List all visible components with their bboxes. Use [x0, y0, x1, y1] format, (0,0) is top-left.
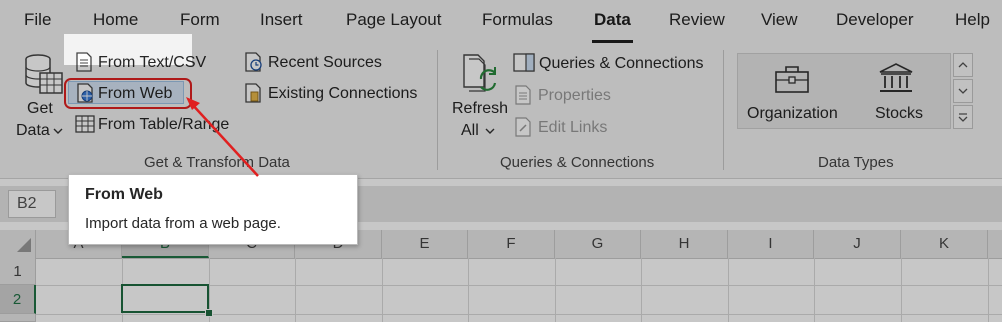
- tab-review[interactable]: Review: [669, 10, 725, 30]
- group-label-data-types: Data Types: [818, 154, 894, 171]
- gridline: [728, 258, 729, 322]
- gallery-scroll-up-button[interactable]: [953, 53, 973, 77]
- gridline: [814, 258, 815, 322]
- tab-form[interactable]: Form: [180, 10, 220, 30]
- recent-sources-label: Recent Sources: [268, 54, 382, 71]
- tooltip-title: From Web: [85, 186, 163, 203]
- chevron-down-icon: [485, 128, 495, 134]
- from-table-range-label: From Table/Range: [98, 116, 230, 133]
- active-cell-b2[interactable]: [121, 284, 209, 313]
- table-icon: [75, 115, 95, 133]
- existing-connections-icon: [245, 83, 261, 103]
- column-header-i[interactable]: I: [728, 230, 814, 258]
- row-header-3[interactable]: [0, 314, 36, 322]
- bank-building-icon: [879, 63, 913, 92]
- organization-label: Organization: [747, 105, 838, 122]
- chevron-up-icon: [958, 62, 968, 68]
- tab-file[interactable]: File: [24, 10, 51, 30]
- refresh-label: Refresh: [452, 100, 509, 117]
- queries-connections-label: Queries & Connections: [539, 55, 704, 72]
- tab-help[interactable]: Help: [955, 10, 990, 30]
- from-web-tooltip: From Web Import data from a web page.: [68, 174, 358, 245]
- existing-connections-label: Existing Connections: [268, 85, 418, 102]
- gallery-more-button[interactable]: [953, 105, 973, 129]
- briefcase-icon: [775, 66, 809, 93]
- database-table-icon: [25, 54, 63, 94]
- tab-page-layout[interactable]: Page Layout: [346, 10, 441, 30]
- chevron-down-icon: [958, 88, 968, 94]
- column-header-f[interactable]: F: [468, 230, 555, 258]
- gridline: [382, 258, 383, 322]
- tab-data[interactable]: Data: [592, 10, 633, 43]
- row-header-1[interactable]: 1: [0, 258, 36, 285]
- select-all-triangle-icon: [16, 238, 31, 252]
- gridline: [295, 258, 296, 322]
- group-separator: [437, 50, 438, 170]
- properties-label: Properties: [538, 87, 611, 104]
- properties-icon: [515, 85, 531, 105]
- tab-formulas[interactable]: Formulas: [482, 10, 553, 30]
- from-text-csv-label: From Text/CSV: [98, 54, 207, 71]
- column-header-k[interactable]: K: [901, 230, 988, 258]
- menu-bar: File Home Form Insert Page Layout Formul…: [0, 0, 1002, 44]
- select-all-corner[interactable]: [0, 230, 36, 258]
- group-label-queries: Queries & Connections: [500, 154, 655, 171]
- gridline: [641, 258, 642, 322]
- chevron-down-icon: [53, 128, 63, 134]
- row-header-2[interactable]: 2: [0, 285, 36, 314]
- from-web-red-highlight-box: [64, 78, 192, 109]
- refresh-icon: [463, 54, 497, 92]
- gridline: [988, 258, 989, 322]
- group-label-get-transform: Get & Transform Data: [144, 154, 290, 171]
- tooltip-description: Import data from a web page.: [85, 215, 281, 232]
- column-header-j[interactable]: J: [814, 230, 901, 258]
- get-data-label: Get: [27, 100, 53, 117]
- group-separator: [723, 50, 724, 170]
- fill-handle[interactable]: [205, 309, 213, 317]
- tab-insert[interactable]: Insert: [260, 10, 303, 30]
- column-header-h[interactable]: H: [641, 230, 728, 258]
- stocks-label: Stocks: [875, 105, 924, 122]
- tab-view[interactable]: View: [761, 10, 798, 30]
- name-box[interactable]: B2: [8, 190, 56, 218]
- refresh-label-2: All: [461, 122, 479, 139]
- gridline: [555, 258, 556, 322]
- get-data-label-2: Data: [16, 122, 50, 139]
- ribbon: Get Data From Text/CSV From Web From Tab…: [0, 44, 1002, 179]
- recent-sources-icon: [245, 52, 262, 72]
- gallery-expand-icon: [958, 113, 968, 122]
- text-file-icon: [76, 52, 92, 72]
- gridline: [36, 314, 1002, 315]
- edit-links-icon: [515, 117, 531, 137]
- tab-developer[interactable]: Developer: [836, 10, 914, 30]
- column-header-g[interactable]: G: [555, 230, 641, 258]
- column-header-e[interactable]: E: [382, 230, 468, 258]
- tab-home[interactable]: Home: [93, 10, 138, 30]
- gallery-scroll-down-button[interactable]: [953, 79, 973, 103]
- gridline: [901, 258, 902, 322]
- edit-links-label: Edit Links: [538, 119, 608, 136]
- queries-pane-icon: [513, 53, 535, 72]
- gridline: [468, 258, 469, 322]
